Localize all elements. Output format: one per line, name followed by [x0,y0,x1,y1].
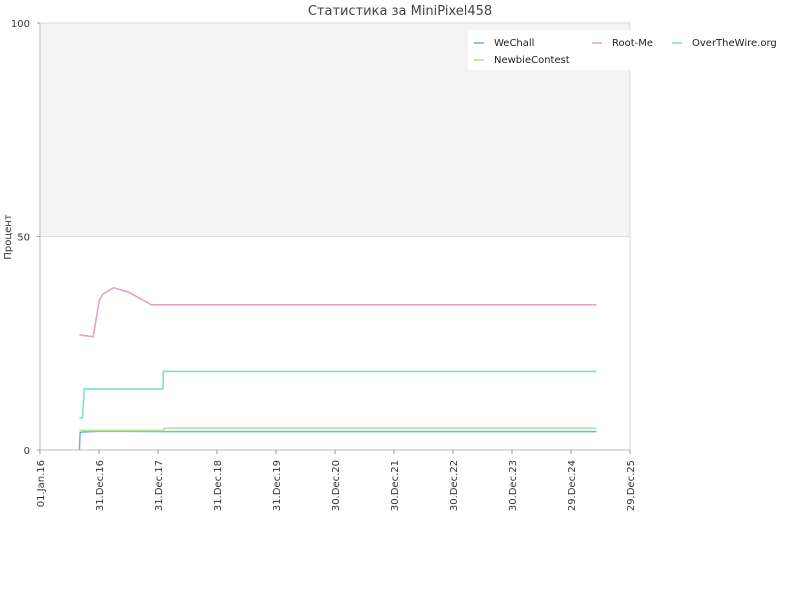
x-tick-label: 30.Dec.20 [331,460,342,511]
y-axis-label: Процент [3,214,14,259]
x-tick-label: 31.Dec.18 [213,460,224,511]
x-tick-label: 29.Dec.24 [567,460,578,511]
x-tick-label: 31.Dec.17 [154,460,165,511]
chart: Статистика за MiniPixel458 0 50 100 01.Jan.… [0,0,800,600]
y-tick-label: 50 [17,233,30,244]
chart-canvas: 0 50 100 01.Jan.16 31.Dec.16 31.Dec.17 31.Dec.… [3,19,788,511]
x-tick-label: 01.Jan.16 [36,460,47,507]
x-tick-label: 30.Dec.22 [449,460,460,511]
y-tick-label: 100 [11,19,30,30]
x-tick-label: 31.Dec.16 [95,460,106,511]
y-tick-label: 0 [24,446,30,457]
x-tick-label: 30.Dec.23 [508,460,519,511]
x-tick-label: 30.Dec.21 [390,460,401,511]
x-tick-label: 31.Dec.19 [272,460,283,511]
legend-label-root-me: Root-Me [612,38,653,49]
legend-label-overthewire-org: OverTheWire.org [692,38,777,49]
plot-band-lower [40,236,630,450]
x-tick-label: 29.Dec.25 [626,460,637,511]
legend-label-newbiecontest: NewbieContest [494,55,570,66]
chart-title: Статистика за MiniPixel458 [307,4,493,19]
legend-label-wechall: WeChall [494,38,534,49]
